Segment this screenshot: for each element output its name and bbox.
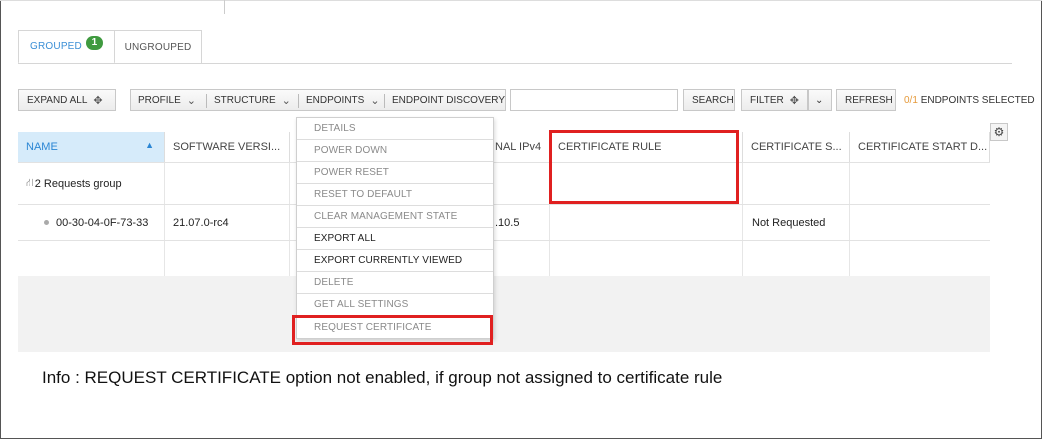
tabs-underline — [18, 63, 1012, 64]
menu-item-label: RESET TO DEFAULT — [314, 189, 413, 200]
endpoint-discovery-label: ENDPOINT DISCOVERY — [392, 94, 505, 106]
selected-label: ENDPOINTS SELECTED — [920, 95, 1035, 106]
endpoints-menu: DETAILS POWER DOWN POWER RESET RESET TO … — [296, 117, 494, 339]
certificate-status: Not Requested — [752, 216, 826, 229]
filter-button[interactable]: FILTER ✥ — [741, 89, 808, 111]
expand-all-label: EXPAND ALL — [27, 94, 88, 106]
column-header-certificate-status[interactable]: CERTIFICATE S... — [743, 132, 850, 162]
structure-dropdown[interactable]: STRUCTURE ⌄ — [206, 89, 298, 111]
menu-item-label: GET ALL SETTINGS — [314, 299, 409, 310]
table-cell — [743, 163, 850, 204]
software-version: 21.07.0-rc4 — [173, 216, 229, 229]
move-arrows-icon: ✥ — [93, 94, 103, 107]
tab-ungrouped-label: UNGROUPED — [124, 42, 192, 53]
table-cell — [165, 241, 290, 276]
table-row — [18, 240, 990, 276]
column-header-certificate-start[interactable]: CERTIFICATE START D... — [850, 132, 990, 162]
tab-grouped[interactable]: GROUPED 1 — [18, 30, 115, 64]
move-arrows-icon: ✥ — [789, 94, 799, 107]
column-certificate-start-label: CERTIFICATE START D... — [858, 141, 988, 153]
certificate-rule-highlight — [549, 130, 739, 204]
filter-label: FILTER — [750, 94, 784, 106]
menu-item-details[interactable]: DETAILS — [297, 118, 493, 140]
certificate-status-cell: Not Requested — [743, 205, 850, 240]
column-header-software[interactable]: SOFTWARE VERSI... — [165, 132, 290, 162]
search-button[interactable]: SEARCH — [683, 89, 735, 111]
gear-icon[interactable]: ⚙ — [990, 123, 1008, 141]
column-name-label: NAME — [26, 141, 58, 153]
table-cell — [165, 163, 290, 204]
menu-item-label: EXPORT CURRENTLY VIEWED — [314, 255, 463, 266]
info-caption: Info : REQUEST CERTIFICATE option not en… — [42, 368, 723, 387]
endpoint-name-cell: 00-30-04-0F-73-33 — [18, 205, 165, 240]
table-row[interactable]: ⛙ 2 Requests group — [18, 162, 990, 204]
endpoint-name: 00-30-04-0F-73-33 — [56, 216, 149, 229]
search-label: SEARCH — [692, 94, 734, 106]
chevron-down-icon: ⌄ — [815, 94, 824, 106]
menu-item-export-all[interactable]: EXPORT ALL — [297, 228, 493, 250]
menu-item-delete[interactable]: DELETE — [297, 272, 493, 294]
request-certificate-highlight — [292, 315, 493, 345]
filter-options-button[interactable]: ⌄ — [808, 89, 832, 111]
chevron-down-icon: ⌄ — [186, 94, 197, 107]
endpoints-grid: NAME ▲ SOFTWARE VERSI... NAL IPv4 CERTIF… — [18, 132, 990, 352]
menu-item-label: DETAILS — [314, 123, 356, 134]
software-cell: 21.07.0-rc4 — [165, 205, 290, 240]
table-cell — [743, 241, 850, 276]
table-cell — [18, 241, 165, 276]
grouped-count-badge: 1 — [85, 35, 103, 50]
table-cell — [550, 241, 743, 276]
refresh-label: REFRESH — [845, 94, 893, 106]
menu-item-reset-to-default[interactable]: RESET TO DEFAULT — [297, 184, 493, 206]
chevron-down-icon: ⌄ — [281, 94, 291, 107]
menu-item-label: POWER RESET — [314, 167, 389, 178]
group-name: 2 Requests group — [34, 177, 122, 190]
search-input[interactable] — [510, 89, 678, 111]
expand-all-button[interactable]: EXPAND ALL ✥ — [18, 89, 116, 111]
menu-item-clear-management-state[interactable]: CLEAR MANAGEMENT STATE — [297, 206, 493, 228]
selection-counter: 0/1 ENDPOINTS SELECTED — [904, 95, 1035, 106]
column-certificate-status-label: CERTIFICATE S... — [751, 141, 842, 153]
column-ipv4-label: NAL IPv4 — [495, 141, 542, 153]
tab-grouped-label: GROUPED — [30, 41, 82, 52]
endpoints-label: ENDPOINTS — [306, 94, 365, 106]
group-icon: ⛙ — [26, 176, 34, 189]
column-software-label: SOFTWARE VERSI... — [173, 141, 281, 153]
menu-item-label: CLEAR MANAGEMENT STATE — [314, 211, 458, 222]
selected-count: 0/1 — [904, 95, 918, 106]
menu-item-label: POWER DOWN — [314, 145, 388, 156]
menu-item-power-down[interactable]: POWER DOWN — [297, 140, 493, 162]
bullet-icon — [44, 220, 49, 225]
sort-ascending-icon: ▲ — [145, 140, 154, 150]
ipv4-value: .10.5 — [495, 216, 520, 229]
endpoints-dropdown[interactable]: ENDPOINTS ⌄ — [298, 89, 384, 111]
group-name-cell: ⛙ 2 Requests group — [18, 163, 165, 204]
menu-item-get-all-settings[interactable]: GET ALL SETTINGS — [297, 294, 493, 316]
table-row[interactable]: 00-30-04-0F-73-33 21.07.0-rc4 .10.5 Not … — [18, 204, 990, 240]
structure-label: STRUCTURE — [214, 94, 276, 106]
endpoint-discovery-button[interactable]: ENDPOINT DISCOVERY — [384, 89, 506, 111]
tab-ungrouped[interactable]: UNGROUPED — [115, 30, 202, 64]
profile-label: PROFILE — [138, 94, 181, 106]
menu-item-label: EXPORT ALL — [314, 233, 376, 244]
column-header-name[interactable]: NAME ▲ — [18, 132, 165, 162]
menu-item-label: DELETE — [314, 277, 354, 288]
menu-item-export-currently-viewed[interactable]: EXPORT CURRENTLY VIEWED — [297, 250, 493, 272]
certificate-rule-cell — [550, 205, 743, 240]
profile-dropdown[interactable]: PROFILE ⌄ — [130, 89, 206, 111]
chevron-down-icon: ⌄ — [370, 94, 380, 107]
refresh-button[interactable]: REFRESH — [836, 89, 896, 111]
menu-item-power-reset[interactable]: POWER RESET — [297, 162, 493, 184]
top-notch-divider — [224, 0, 225, 14]
top-divider — [0, 0, 1042, 1]
